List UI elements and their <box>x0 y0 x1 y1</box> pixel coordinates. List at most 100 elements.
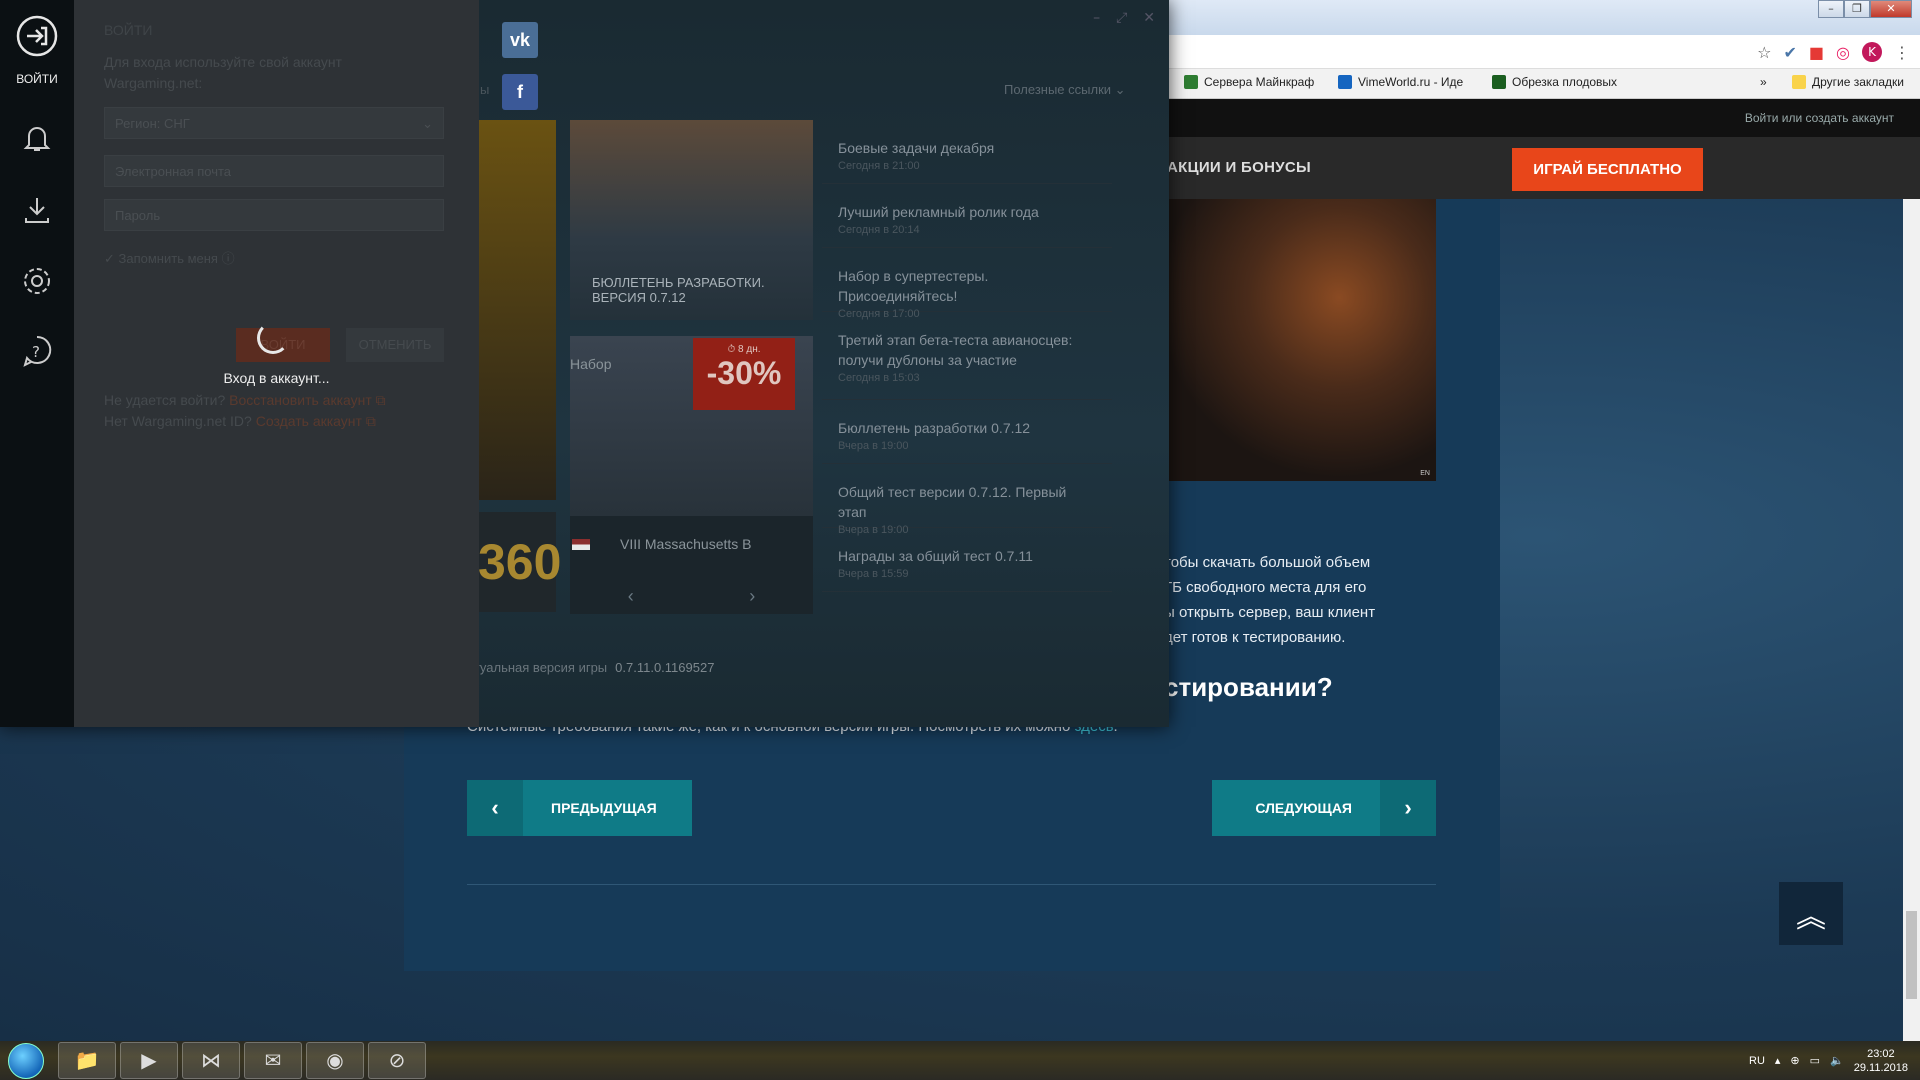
gear-icon <box>24 268 50 294</box>
create-account-row: Нет Wargaming.net ID? Создать аккаунт ⧉ <box>104 413 376 429</box>
news-item[interactable]: Лучший рекламный ролик года Сегодня в 20:… <box>822 184 1112 248</box>
chevron-left-icon: ‹ <box>467 780 523 836</box>
login-title: ВОЙТИ <box>104 22 153 38</box>
email-field[interactable]: Электронная почта <box>104 155 444 187</box>
scrollbar-thumb[interactable] <box>1906 911 1917 999</box>
bookmark-extension-icon[interactable]: ■ <box>1809 43 1824 62</box>
language-indicator[interactable]: RU <box>1749 1055 1765 1067</box>
news-card-caption: БЮЛЛЕТЕНЬ РАЗРАБОТКИ. ВЕРСИЯ 0.7.12 <box>592 275 765 305</box>
sidenav-login-label: ВОЙТИ <box>16 72 58 86</box>
bookmark-pruning[interactable]: Обрезка плодовых <box>1492 75 1617 89</box>
explorer-icon[interactable]: 📁 <box>58 1042 116 1079</box>
taskbar: 📁 ▶ ⋈ ✉ ◉ ⊘ RU ▴ ⊕ ▭ 🔈 23:02 29.11.2018 <box>0 1041 1920 1080</box>
login-panel: ВОЙТИ Для входа используйте свой аккаунт… <box>74 0 479 727</box>
target-extension-icon[interactable]: ◎ <box>1836 43 1850 62</box>
login-link[interactable]: Войти или создать аккаунт <box>1745 111 1894 125</box>
profile-avatar[interactable]: K <box>1862 42 1882 62</box>
menu-icon[interactable]: ⋮ <box>1894 43 1910 62</box>
minimize-icon[interactable]: – <box>1093 10 1100 26</box>
maximize-icon[interactable]: ⤢ <box>1116 10 1127 26</box>
login-hint: Для входа используйте свой аккаунт Warga… <box>104 54 342 91</box>
bell-icon <box>23 127 51 151</box>
chevron-down-icon: ⌄ <box>1114 82 1126 97</box>
nav-promotions[interactable]: АКЦИИ И БОНУСЫ <box>1167 159 1311 176</box>
cancel-button[interactable]: ОТМЕНИТЬ <box>346 328 444 362</box>
news-card-featured[interactable]: БЮЛЛЕТЕНЬ РАЗРАБОТКИ. ВЕРСИЯ 0.7.12 <box>570 120 813 320</box>
start-button[interactable] <box>8 1043 44 1079</box>
address-bar-icons: ☆ ✔ ■ ◎ K ⋮ <box>1757 42 1910 62</box>
launcher-window-controls: – ⤢ ✕ <box>1093 10 1155 26</box>
window-controls: – ❐ ✕ <box>1818 0 1912 18</box>
bookmarks-more[interactable]: » <box>1760 75 1767 89</box>
loading-text: Вход в аккаунт... <box>223 370 330 386</box>
offer-carousel-controls: ‹ › <box>570 586 813 607</box>
news-item[interactable]: Набор в супертестеры. Присоединяйтесь! Се… <box>822 248 1112 320</box>
region-select[interactable]: Регион: СНГ ⌄ <box>104 107 444 139</box>
offer-label: Набор <box>570 356 612 372</box>
facebook-icon[interactable]: f <box>502 74 538 110</box>
divider <box>467 884 1436 885</box>
folder-icon <box>1792 75 1806 89</box>
remember-me-checkbox[interactable]: ✓ Запомнить меня ⓘ <box>104 248 235 267</box>
restore-icon[interactable]: ❐ <box>1844 0 1870 18</box>
close-icon[interactable]: ✕ <box>1870 0 1912 18</box>
svg-text:?: ? <box>32 343 40 361</box>
messenger-icon[interactable]: ✉ <box>244 1042 302 1079</box>
system-tray: RU ▴ ⊕ ▭ 🔈 23:02 29.11.2018 <box>1749 1041 1920 1080</box>
vk-extension-icon[interactable]: ✔ <box>1784 43 1797 62</box>
info-icon: ⓘ <box>221 251 235 266</box>
tab-fragment[interactable]: ы <box>480 82 489 97</box>
news-item[interactable]: Награды за общий тест 0.7.11 Вчера в 15:5… <box>822 528 1112 592</box>
bookmark-vimeworld[interactable]: VimeWorld.ru - Иде <box>1338 75 1463 89</box>
sidenav-notifications[interactable] <box>0 122 74 159</box>
minimize-icon[interactable]: – <box>1818 0 1844 18</box>
news-item[interactable]: Бюллетень разработки 0.7.12 Вчера в 19:00 <box>822 400 1112 464</box>
password-field[interactable]: Пароль <box>104 199 444 231</box>
other-bookmarks[interactable]: Другие закладки <box>1792 75 1904 89</box>
us-flag-icon <box>572 539 590 550</box>
scroll-to-top-button[interactable]: ︽ <box>1779 882 1843 945</box>
wargaming-launcher-icon[interactable]: ⊘ <box>368 1042 426 1079</box>
chrome-icon[interactable]: ◉ <box>306 1042 364 1079</box>
bookmark-minecraft[interactable]: Сервера Майнкраф <box>1184 75 1314 89</box>
loading-spinner-icon <box>257 322 289 354</box>
ship-name: VIII Massachusetts B <box>620 536 752 552</box>
star-icon[interactable]: ☆ <box>1757 43 1771 62</box>
vk-icon[interactable]: vk <box>502 22 538 58</box>
play-free-button[interactable]: ИГРАЙ БЕСПЛАТНО <box>1512 148 1703 191</box>
chevron-left-icon[interactable]: ‹ <box>628 586 634 607</box>
restore-account-link[interactable]: Восстановить аккаунт ⧉ <box>229 392 386 408</box>
useful-links-dropdown[interactable]: Полезные ссылки ⌄ <box>1004 82 1126 98</box>
sidenav-login[interactable] <box>0 14 74 63</box>
news-item[interactable]: Третий этап бета-теста авианосцев: получ… <box>822 312 1112 400</box>
double-chevron-up-icon: ︽ <box>1796 900 1826 934</box>
promo-tile[interactable] <box>478 120 556 500</box>
sidenav-downloads[interactable] <box>0 194 74 231</box>
page-scrollbar[interactable] <box>1903 199 1920 1041</box>
tray-expand-icon[interactable]: ▴ <box>1775 1054 1781 1067</box>
chevron-right-icon[interactable]: › <box>749 586 755 607</box>
volume-icon[interactable]: 🔈 <box>1830 1054 1844 1067</box>
tray-app-icon[interactable]: ⊕ <box>1790 1054 1799 1067</box>
visual-studio-icon[interactable]: ⋈ <box>182 1042 240 1079</box>
previous-button[interactable]: ‹ ПРЕДЫДУЩАЯ <box>467 780 692 836</box>
tile-360[interactable]: 360 <box>478 512 561 612</box>
bookmark-favicon-icon <box>1492 75 1506 89</box>
help-icon: ? <box>23 335 52 367</box>
news-item[interactable]: Боевые задачи декабря Сегодня в 21:00 <box>822 120 1112 184</box>
next-button[interactable]: СЛЕДУЮЩАЯ › <box>1212 780 1436 836</box>
news-item[interactable]: Общий тест версии 0.7.12. Первый этап Вче… <box>822 464 1112 536</box>
login-icon <box>16 15 58 57</box>
create-account-link[interactable]: Создать аккаунт ⧉ <box>256 413 376 429</box>
close-icon[interactable]: ✕ <box>1143 10 1155 26</box>
network-icon[interactable]: ▭ <box>1810 1054 1820 1067</box>
clock[interactable]: 23:02 29.11.2018 <box>1854 1047 1908 1075</box>
bookmark-favicon-icon <box>1184 75 1198 89</box>
media-player-icon[interactable]: ▶ <box>120 1042 178 1079</box>
offer-card[interactable]: Набор ⏱ 8 дн. -30% VIII Massachusetts B … <box>570 336 813 614</box>
discount-badge: ⏱ 8 дн. -30% <box>693 338 795 410</box>
bookmark-favicon-icon <box>1338 75 1352 89</box>
article-text: тобы скачать большой объем ГБ свободного… <box>1164 554 1376 646</box>
sidenav-help[interactable]: ? <box>0 334 74 373</box>
sidenav-settings[interactable] <box>0 264 74 303</box>
